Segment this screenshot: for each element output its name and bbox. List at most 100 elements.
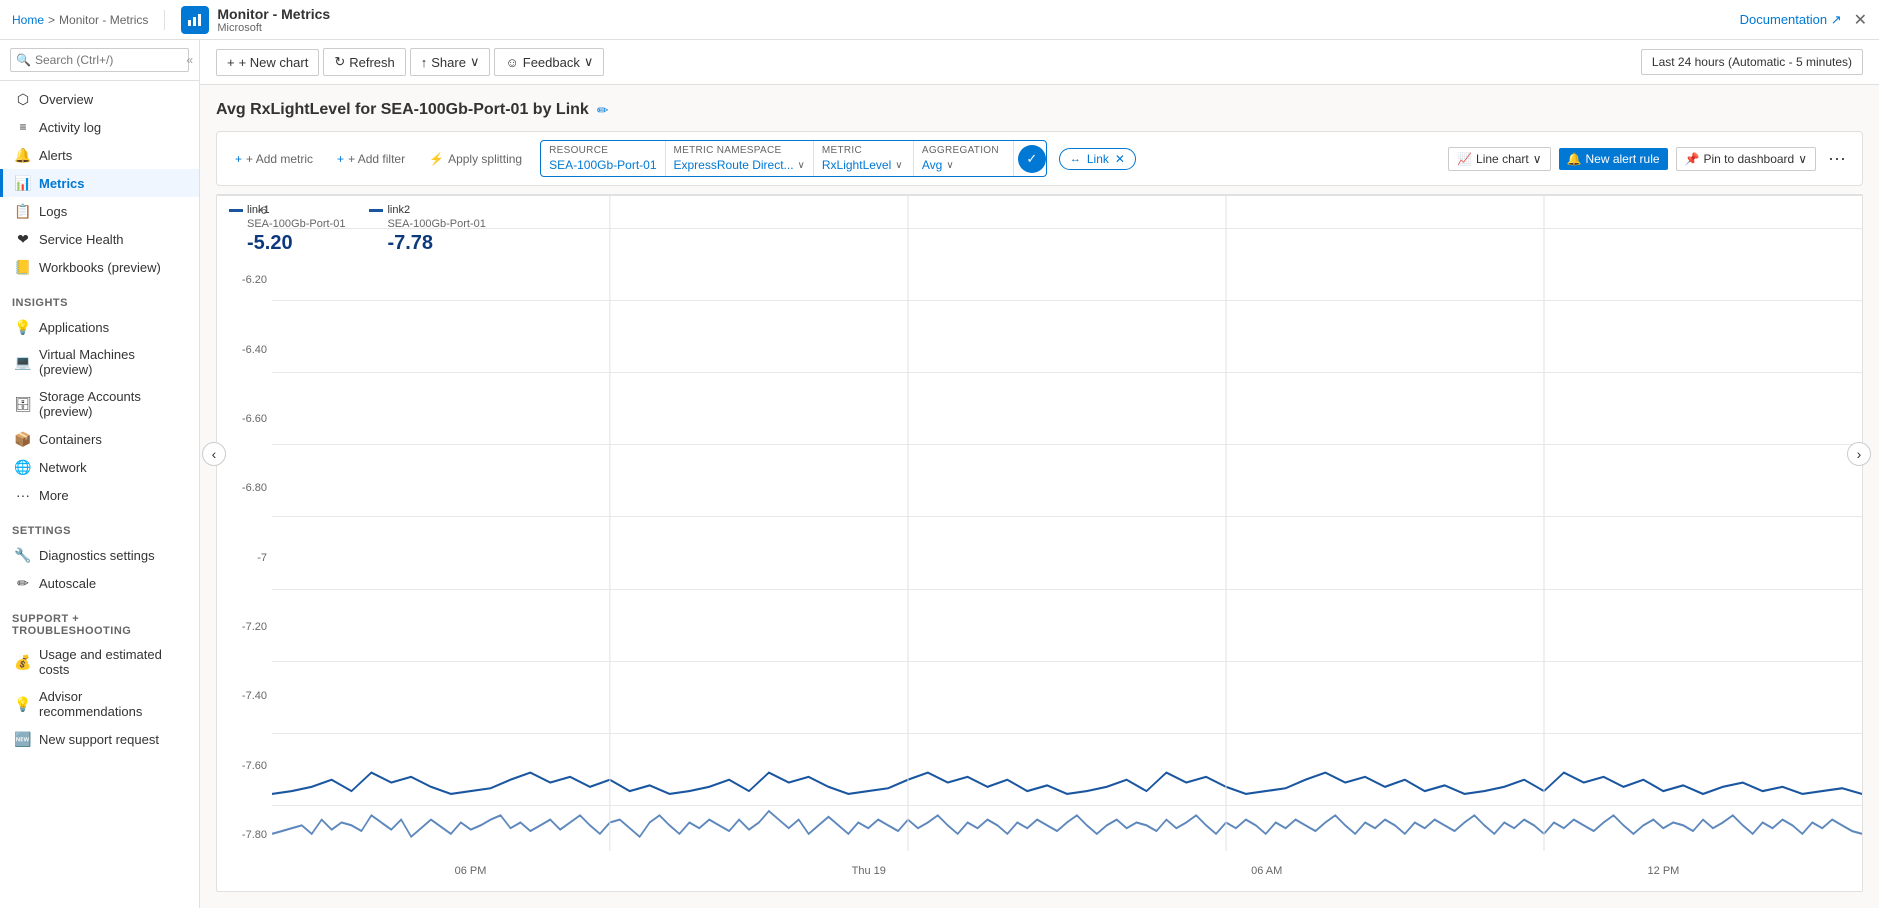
- app-title-block: Monitor - Metrics Microsoft: [217, 6, 330, 34]
- settings-section-header: Settings: [0, 517, 199, 541]
- resource-selector[interactable]: RESOURCE SEA-100Gb-Port-01: [541, 141, 665, 176]
- sidebar-item-network[interactable]: 🌐 Network: [0, 453, 199, 481]
- sidebar-item-label-metrics: Metrics: [39, 176, 85, 191]
- y-label-8: -7.60: [217, 760, 267, 772]
- sidebar: 🔍 « ⬡ Overview ≡ Activity log 🔔 Alerts 📊…: [0, 40, 200, 908]
- link1-line: [272, 773, 1862, 794]
- x-label-1: Thu 19: [852, 865, 886, 877]
- app-subtitle: Microsoft: [217, 22, 330, 34]
- breadcrumb-home[interactable]: Home: [12, 13, 44, 27]
- chart-more-button[interactable]: ···: [1824, 144, 1850, 173]
- apply-splitting-button[interactable]: ⚡ Apply splitting: [423, 150, 528, 168]
- new-chart-button[interactable]: + + New chart: [216, 49, 319, 76]
- sidebar-item-autoscale[interactable]: ✏ Autoscale: [0, 569, 199, 597]
- autoscale-icon: ✏: [15, 575, 31, 591]
- aggregation-value: Avg: [922, 158, 942, 172]
- new-alert-rule-button[interactable]: 🔔 New alert rule: [1559, 148, 1668, 170]
- logs-icon: 📋: [15, 203, 31, 219]
- aggregation-selector[interactable]: AGGREGATION Avg ∨: [914, 141, 1014, 176]
- sidebar-item-workbooks[interactable]: 📒 Workbooks (preview): [0, 253, 199, 281]
- pin-dashboard-button[interactable]: 📌 Pin to dashboard ∨: [1676, 147, 1816, 171]
- sidebar-item-label-containers: Containers: [39, 432, 102, 447]
- search-input[interactable]: [10, 48, 189, 72]
- sidebar-item-label-virtual-machines: Virtual Machines (preview): [39, 347, 187, 377]
- chart-type-button[interactable]: 📈 Line chart ∨: [1448, 147, 1550, 171]
- resource-dropdown[interactable]: SEA-100Gb-Port-01: [549, 158, 656, 172]
- new-alert-label: New alert rule: [1586, 152, 1660, 166]
- close-button[interactable]: ✕: [1854, 10, 1867, 30]
- advisor-icon: 💡: [15, 696, 31, 712]
- toolbar-right: Last 24 hours (Automatic - 5 minutes): [1641, 49, 1863, 75]
- nav-arrow-right[interactable]: ›: [1847, 442, 1871, 466]
- grid-line-6: [272, 661, 1862, 662]
- y-label-2: -6.40: [217, 344, 267, 356]
- grid-line-5: [272, 589, 1862, 590]
- line-chart-icon: 📈: [1457, 152, 1472, 166]
- sidebar-item-diagnostics[interactable]: 🔧 Diagnostics settings: [0, 541, 199, 569]
- sidebar-item-storage-accounts[interactable]: 🗄 Storage Accounts (preview): [0, 383, 199, 425]
- top-bar-right: Documentation ↗ ✕: [1740, 10, 1867, 30]
- workbooks-icon: 📒: [15, 259, 31, 275]
- metric-selector[interactable]: METRIC RxLightLevel ∨: [814, 141, 914, 176]
- sidebar-item-advisor[interactable]: 💡 Advisor recommendations: [0, 683, 199, 725]
- y-label-9: -7.80: [217, 829, 267, 841]
- sidebar-item-overview[interactable]: ⬡ Overview: [0, 85, 199, 113]
- nav-arrow-left[interactable]: ‹: [202, 442, 226, 466]
- confirm-metric-button[interactable]: ✓: [1018, 145, 1046, 173]
- sidebar-item-support-request[interactable]: 🆕 New support request: [0, 725, 199, 753]
- share-icon: ↑: [421, 55, 428, 70]
- sidebar-item-label-usage-costs: Usage and estimated costs: [39, 647, 187, 677]
- metric-namespace-selector[interactable]: METRIC NAMESPACE ExpressRoute Direct... …: [666, 141, 814, 176]
- metric-dropdown[interactable]: RxLightLevel ∨: [822, 158, 905, 172]
- grid-line-7: [272, 733, 1862, 734]
- sidebar-item-alerts[interactable]: 🔔 Alerts: [0, 141, 199, 169]
- resource-value: SEA-100Gb-Port-01: [549, 158, 656, 172]
- y-label-7: -7.40: [217, 690, 267, 702]
- sidebar-item-service-health[interactable]: ❤ Service Health: [0, 225, 199, 253]
- aggregation-dropdown[interactable]: Avg ∨: [922, 158, 1005, 172]
- feedback-button[interactable]: ☺ Feedback ∨: [494, 48, 604, 76]
- sidebar-item-applications[interactable]: 💡 Applications: [0, 313, 199, 341]
- main-layout: 🔍 « ⬡ Overview ≡ Activity log 🔔 Alerts 📊…: [0, 40, 1879, 908]
- grid-line-0: [272, 228, 1862, 229]
- metric-namespace-dropdown[interactable]: ExpressRoute Direct... ∨: [674, 158, 805, 172]
- sidebar-item-label-support-request: New support request: [39, 732, 159, 747]
- add-metric-button[interactable]: + + Add metric: [229, 150, 319, 168]
- sidebar-item-label-overview: Overview: [39, 92, 93, 107]
- sidebar-item-virtual-machines[interactable]: 💻 Virtual Machines (preview): [0, 341, 199, 383]
- x-label-2: 06 AM: [1251, 865, 1282, 877]
- chart-container: Avg RxLightLevel for SEA-100Gb-Port-01 b…: [200, 85, 1879, 908]
- documentation-link[interactable]: Documentation ↗: [1740, 12, 1842, 28]
- link-filter-pill[interactable]: ↔ Link ✕: [1059, 148, 1136, 170]
- collapse-sidebar-button[interactable]: «: [186, 53, 193, 67]
- link2-line: [272, 811, 1862, 837]
- metric-selector-bar: + + Add metric + + Add filter ⚡ Apply sp…: [216, 131, 1863, 186]
- breadcrumb-current: Monitor - Metrics: [59, 13, 148, 27]
- feedback-icon: ☺: [505, 55, 518, 70]
- refresh-button[interactable]: ↻ Refresh: [323, 48, 405, 76]
- app-title: Monitor - Metrics: [217, 6, 330, 22]
- add-filter-button[interactable]: + + Add filter: [331, 150, 411, 168]
- grid-line-3: [272, 444, 1862, 445]
- aggregation-arrow: ∨: [946, 160, 953, 171]
- containers-icon: 📦: [15, 431, 31, 447]
- y-label-0: -6: [217, 205, 267, 217]
- sidebar-item-more[interactable]: ··· More: [0, 481, 199, 509]
- chart-title-edit-icon[interactable]: ✏: [597, 102, 609, 119]
- x-label-3: 12 PM: [1648, 865, 1680, 877]
- grid-line-4: [272, 516, 1862, 517]
- sidebar-item-activity-log[interactable]: ≡ Activity log: [0, 113, 199, 141]
- top-bar: Home > Monitor - Metrics Monitor - Metri…: [0, 0, 1879, 40]
- sidebar-item-logs[interactable]: 📋 Logs: [0, 197, 199, 225]
- sidebar-item-usage-costs[interactable]: 💰 Usage and estimated costs: [0, 641, 199, 683]
- filter-pill-close[interactable]: ✕: [1115, 152, 1125, 166]
- chart-title: Avg RxLightLevel for SEA-100Gb-Port-01 b…: [216, 101, 589, 119]
- main-toolbar: + + New chart ↻ Refresh ↑ Share ∨ ☺ Feed…: [200, 40, 1879, 85]
- sidebar-item-metrics[interactable]: 📊 Metrics: [0, 169, 199, 197]
- time-range-button[interactable]: Last 24 hours (Automatic - 5 minutes): [1641, 49, 1863, 75]
- sidebar-support-section: Support + Troubleshooting 💰 Usage and es…: [0, 601, 199, 757]
- sidebar-item-containers[interactable]: 📦 Containers: [0, 425, 199, 453]
- share-button[interactable]: ↑ Share ∨: [410, 48, 491, 76]
- chart-type-arrow: ∨: [1533, 152, 1542, 166]
- chart-svg-area: [272, 195, 1862, 851]
